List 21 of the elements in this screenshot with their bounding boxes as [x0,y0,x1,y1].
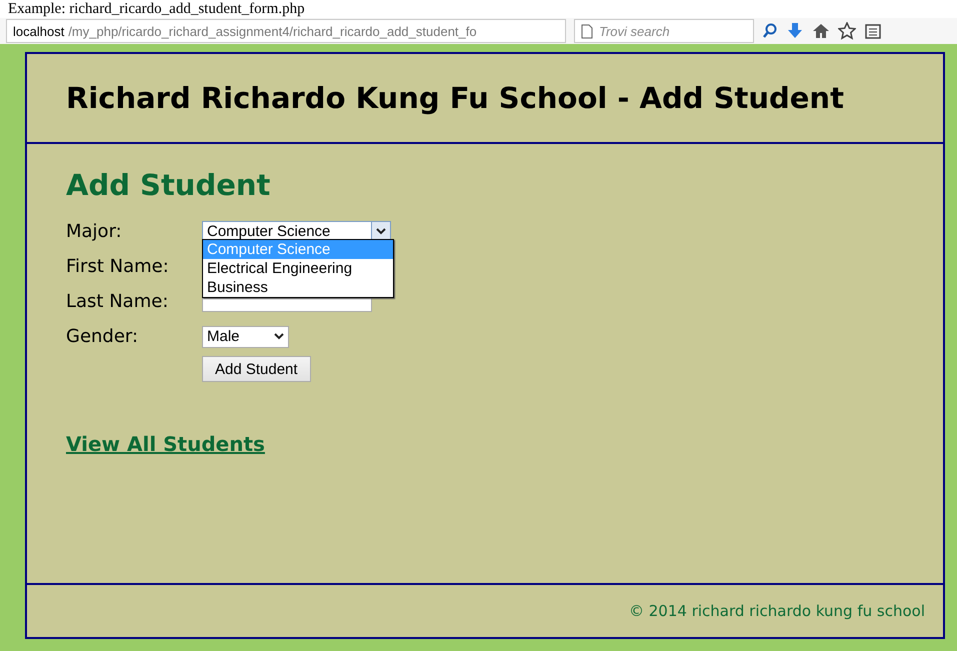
section-heading: Add Student [66,168,272,202]
download-icon[interactable] [786,22,804,40]
last-name-label: Last Name: [66,291,170,312]
search-field[interactable]: Trovi search [574,19,754,43]
star-icon[interactable] [838,22,856,40]
dropdown-option[interactable]: Business [203,278,393,297]
gender-label: Gender: [66,326,140,347]
view-all-students-link[interactable]: View All Students [66,432,265,456]
page-icon [581,24,593,38]
gender-select[interactable]: Male [202,326,289,348]
major-label: Major: [66,221,123,242]
dropdown-option[interactable]: Electrical Engineering [203,259,393,278]
add-student-button[interactable]: Add Student [202,356,311,382]
page-title: Richard Richardo Kung Fu School - Add Student [66,81,844,115]
search-icon[interactable] [762,23,778,39]
caption-text: Example: richard_ricardo_add_student_form.php [7,0,306,18]
clipboard-icon[interactable] [864,22,882,40]
first-name-label: First Name: [66,256,170,277]
footer-text: © 2014 richard richardo kung fu school [628,602,925,620]
home-icon[interactable] [812,22,830,40]
address-bar[interactable]: localhost /my_php/ricardo_richard_assignment4/richard_ricardo_add_student_fo [6,19,566,43]
